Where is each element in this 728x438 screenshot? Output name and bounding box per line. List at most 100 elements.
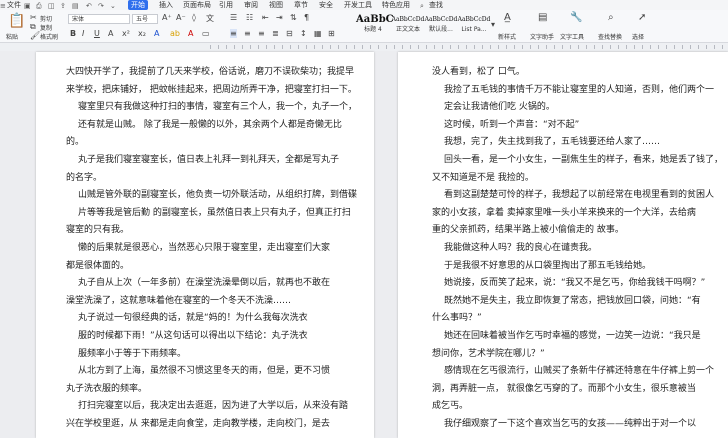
text-line: 我想，完了，失主找到我了，五毛钱要还给人家了……: [444, 137, 661, 148]
ruler-tick: [714, 45, 715, 49]
ruler-tick: [706, 45, 707, 49]
clear-format-icon[interactable]: ◊: [192, 13, 196, 22]
borders-icon[interactable]: ⊞: [328, 29, 335, 38]
format-painter-icon[interactable]: 🖌: [30, 31, 40, 40]
tab-page-layout[interactable]: 页面布局: [180, 0, 214, 10]
font-name-select[interactable]: 宋体: [68, 14, 130, 24]
bold-icon[interactable]: B: [70, 29, 76, 38]
numbered-list-icon[interactable]: ☷: [246, 13, 253, 22]
text-line: 服的时候都下雨！”从这句话可以得出以下结论：丸子洗衣: [78, 331, 308, 341]
distributed-icon[interactable]: ⊟: [286, 29, 293, 38]
grow-font-icon[interactable]: A⁺: [162, 13, 172, 22]
show-marks-icon[interactable]: ¶: [304, 13, 309, 22]
ruler-tick: [354, 45, 355, 49]
text-helper-icon[interactable]: ▤: [538, 12, 547, 23]
ruler-tick: [562, 45, 563, 49]
text-line: 既然她不是失主，我立即恢复了常态，把钱放回口袋，问她：“有: [444, 295, 701, 306]
text-line: 重的父亲抓药，结果半路上被小偷偷走的 故事。: [432, 225, 624, 236]
style-default-paragraph[interactable]: AaBbCcDd 默认段...: [424, 14, 458, 38]
ruler-tick: [370, 45, 371, 49]
tab-developer[interactable]: 开发工具: [341, 0, 375, 10]
paste-button[interactable]: 粘贴: [6, 32, 18, 41]
copy-button[interactable]: 复制: [40, 23, 52, 32]
pinyin-icon[interactable]: 文: [206, 13, 214, 24]
shading-icon[interactable]: ▦: [314, 29, 322, 38]
ruler-tick: [242, 45, 243, 49]
tab-security[interactable]: 安全: [316, 0, 336, 10]
text-line: 我捡了五毛钱的事情千万不能让寝室里的人知道，否则，他们两个一: [444, 84, 715, 95]
ruler-tick: [210, 45, 211, 49]
underline-icon[interactable]: U: [94, 29, 100, 38]
superscript-icon[interactable]: x²: [122, 29, 130, 38]
file-menu[interactable]: 文件: [4, 0, 24, 10]
ruler-tick: [258, 45, 259, 49]
highlight-icon[interactable]: ab: [170, 29, 180, 38]
ruler-tick: [538, 45, 539, 49]
text-effect-icon[interactable]: A: [188, 29, 193, 38]
tab-insert[interactable]: 插入: [156, 0, 176, 10]
sort-icon[interactable]: ⇅: [290, 13, 297, 22]
ruler-tick: [674, 45, 675, 49]
italic-icon[interactable]: I: [82, 29, 84, 38]
align-center-icon[interactable]: ≡: [244, 29, 251, 38]
line-spacing-icon[interactable]: ↕: [300, 29, 307, 38]
font-color-icon[interactable]: A: [154, 29, 159, 38]
text-tools-button[interactable]: 文字工具: [560, 32, 584, 41]
style-preview: AaBbC: [356, 14, 394, 25]
font-size-select[interactable]: 五号: [132, 14, 158, 24]
tab-references[interactable]: 引用: [216, 0, 236, 10]
ruler-tick: [634, 45, 635, 49]
document-page-left[interactable]: 大四快开学了，我提前了几天来学校，俗话说，磨刀不误砍柴功；我提早 来学校，把床铺好…: [36, 52, 374, 438]
text-line: 成乞丐。: [432, 401, 469, 412]
text-line: 看到这副楚楚可怜的样子，我想起了以前经常在电视里看到的贫困人: [444, 190, 715, 201]
tab-view[interactable]: 视图: [266, 0, 286, 10]
align-right-icon[interactable]: ≡: [258, 29, 265, 38]
ruler-tick: [346, 45, 347, 49]
text-line: 大四快开学了，我提前了几天来学校，俗话说，磨刀不误砍柴功；我提早: [66, 67, 355, 77]
find-replace-icon[interactable]: ⌕: [608, 12, 614, 23]
char-border-icon[interactable]: ▭: [202, 29, 210, 38]
ruler-tick: [378, 45, 379, 49]
ruler-tick: [482, 45, 483, 49]
ruler-tick: [530, 45, 531, 49]
horizontal-ruler[interactable]: [0, 43, 728, 51]
justify-icon[interactable]: ≣: [272, 29, 279, 38]
text-helper-button[interactable]: 文字助手: [530, 32, 554, 41]
shrink-font-icon[interactable]: A⁻: [176, 13, 186, 22]
increase-indent-icon[interactable]: ⇥: [276, 13, 283, 22]
strikethrough-icon[interactable]: A: [108, 29, 113, 38]
text-line: 懒的后果就是很恶心，当然恶心只限于寝室里，走出寝室们大家: [78, 243, 331, 253]
new-style-icon[interactable]: A̲: [504, 12, 511, 23]
text-line: 我仔细观察了一下这个喜欢当乞丐的女孩——纯粹出于对一个以: [444, 419, 697, 429]
text-line: 又不知道是不是 我捡的。: [432, 172, 534, 183]
tab-sections[interactable]: 章节: [291, 0, 311, 10]
select-button[interactable]: 选择: [632, 32, 644, 41]
select-icon[interactable]: ➚: [638, 12, 646, 23]
text-tools-icon[interactable]: 🔧: [570, 12, 582, 23]
paste-icon[interactable]: 📋: [8, 13, 25, 29]
style-body-text[interactable]: AaBbCcDd 正文文本: [391, 14, 425, 38]
text-line: 丸子说过一句很经典的话，就是“妈的！为什么我每次洗衣: [78, 313, 308, 324]
subscript-icon[interactable]: x₂: [138, 29, 146, 38]
tab-home[interactable]: 开始: [128, 0, 148, 10]
tab-features[interactable]: 特色应用: [379, 0, 413, 10]
tab-review[interactable]: 审阅: [241, 0, 261, 10]
text-line: 来学校，把床铺好， 把蚊帐挂起来，把周边所弄干净，把寝室打扫一下。: [66, 84, 357, 95]
find-replace-button[interactable]: 查找替换: [598, 32, 622, 41]
bullet-list-icon[interactable]: ☰: [230, 13, 237, 22]
text-line: 丸子自从上次（一年多前）在澡堂洗澡晕倒以后，就再也不敢在: [78, 278, 331, 289]
ruler-tick: [298, 45, 299, 49]
format-painter-button[interactable]: 格式刷: [40, 32, 58, 41]
decrease-indent-icon[interactable]: ⇤: [262, 13, 269, 22]
style-list-paragraph[interactable]: AaBbCcDd List Pa...: [457, 14, 491, 38]
document-page-right[interactable]: 没人看到，松了 口气。 我捡了五毛钱的事情千万不能让寝室里的人知道，否则，他们两个…: [398, 52, 728, 438]
cut-icon[interactable]: ✂: [30, 13, 37, 22]
style-heading4[interactable]: AaBbC 标题 4: [356, 14, 394, 38]
new-style-button[interactable]: 新样式: [498, 32, 516, 41]
styles-more-icon[interactable]: ▾: [491, 20, 495, 29]
ruler-tick: [386, 45, 387, 49]
ruler-tick: [274, 45, 275, 49]
cut-button[interactable]: 剪切: [40, 14, 52, 23]
align-left-icon[interactable]: ≡: [230, 29, 237, 38]
search-box[interactable]: 查找: [426, 0, 446, 10]
